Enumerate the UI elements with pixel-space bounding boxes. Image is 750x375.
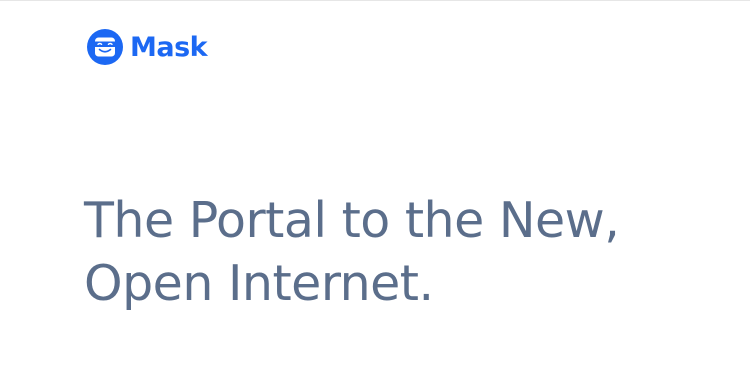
mask-logo-icon <box>87 29 123 65</box>
brand-logo-link[interactable]: Mask <box>86 28 208 66</box>
landing-page: Mask The Portal to the New, Open Interne… <box>0 0 750 375</box>
hero-headline: The Portal to the New, Open Internet. <box>84 189 724 315</box>
hero-headline-line1: The Portal to the New, <box>84 192 620 249</box>
brand-name: Mask <box>130 31 208 63</box>
hero-headline-line2: Open Internet. <box>84 255 434 312</box>
